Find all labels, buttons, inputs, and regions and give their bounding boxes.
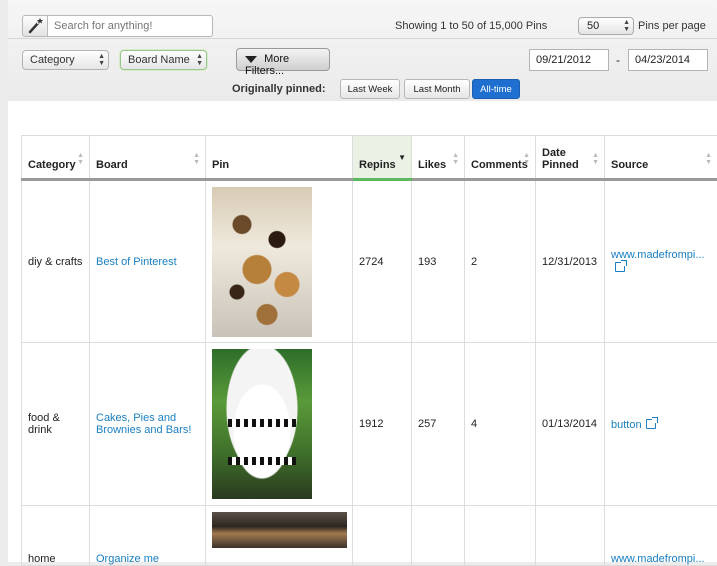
cell-date: 01/13/2014 — [536, 343, 605, 506]
showing-count: Showing 1 to 50 of 15,000 Pins — [395, 20, 547, 32]
pin-image[interactable] — [212, 187, 312, 337]
cell-category: diy & crafts — [22, 180, 90, 343]
per-page-label: Pins per page — [638, 20, 706, 32]
external-link-icon[interactable] — [646, 419, 656, 429]
board-name-select[interactable]: Board Name ▲▼ — [120, 50, 207, 70]
date-separator: - — [616, 53, 620, 67]
column-header-board[interactable]: Board▲▼ — [90, 136, 206, 180]
column-header-date-pinned[interactable]: Date Pinned▲▼ — [536, 136, 605, 180]
magic-wand-icon[interactable] — [22, 15, 48, 37]
cell-pin — [206, 180, 353, 343]
board-link[interactable]: Cakes, Pies and Brownies and Bars! — [96, 412, 191, 436]
source-link[interactable]: button — [611, 419, 642, 431]
cell-likes — [412, 506, 465, 566]
sort-descending-icon: ▼ — [398, 154, 406, 161]
search-input[interactable] — [48, 15, 213, 37]
cell-board[interactable]: Cakes, Pies and Brownies and Bars! — [90, 343, 206, 506]
column-header-comments[interactable]: Comments▲▼ — [465, 136, 536, 180]
cell-date: 12/31/2013 — [536, 180, 605, 343]
column-header-likes[interactable]: Likes▲▼ — [412, 136, 465, 180]
category-select[interactable]: Category ▲▼ — [22, 50, 109, 70]
column-header-category[interactable]: Category▲▼ — [22, 136, 90, 180]
sort-arrows-icon: ▲▼ — [193, 152, 200, 166]
per-page-value: 50 — [587, 20, 599, 32]
table-header-row: Category▲▼ Board▲▼ Pin Repins▼ Likes▲▼ C… — [22, 136, 717, 180]
cake-band — [228, 457, 296, 465]
cell-pin — [206, 506, 353, 566]
board-select-label: Board Name — [128, 54, 190, 66]
last-month-button[interactable]: Last Month — [404, 79, 470, 99]
category-select-label: Category — [30, 54, 75, 66]
pin-image[interactable] — [212, 349, 312, 499]
spinner-arrows-icon: ▲▼ — [196, 53, 203, 67]
all-time-button[interactable]: All-time — [472, 79, 520, 99]
table-row: food & drink Cakes, Pies and Brownies an… — [22, 343, 717, 506]
last-week-button[interactable]: Last Week — [340, 79, 400, 99]
cell-repins — [353, 506, 412, 566]
column-header-source[interactable]: Source▲▼ — [605, 136, 717, 180]
per-page-select[interactable]: 50 ▲▼ — [578, 17, 634, 35]
cell-board[interactable]: Organize me — [90, 506, 206, 566]
sort-arrows-icon: ▲▼ — [592, 152, 599, 166]
cell-comments: 4 — [465, 343, 536, 506]
cell-repins: 2724 — [353, 180, 412, 343]
cell-comments — [465, 506, 536, 566]
cell-comments: 2 — [465, 180, 536, 343]
cell-repins: 1912 — [353, 343, 412, 506]
originally-pinned-label: Originally pinned: — [232, 83, 326, 95]
results-panel: Category▲▼ Board▲▼ Pin Repins▼ Likes▲▼ C… — [8, 101, 717, 562]
cell-pin — [206, 343, 353, 506]
cell-likes: 193 — [412, 180, 465, 343]
column-header-repins[interactable]: Repins▼ — [353, 136, 412, 180]
sort-arrows-icon: ▲▼ — [523, 152, 530, 166]
pins-table: Category▲▼ Board▲▼ Pin Repins▼ Likes▲▼ C… — [21, 135, 717, 566]
column-header-pin: Pin — [206, 136, 353, 180]
cell-source[interactable]: www.madefrompi... — [605, 180, 717, 343]
date-to-value: 04/23/2014 — [635, 54, 690, 66]
funnel-icon — [245, 56, 257, 63]
pin-image[interactable] — [212, 512, 347, 548]
cell-source[interactable]: www.madefrompi... — [605, 506, 717, 566]
spinner-arrows-icon: ▲▼ — [623, 19, 630, 33]
cake-band — [228, 419, 296, 427]
date-to-field[interactable]: 04/23/2014 — [628, 49, 708, 71]
source-link[interactable]: www.madefrompi... — [611, 553, 705, 565]
toolbar: Showing 1 to 50 of 15,000 Pins 50 ▲▼ Pin… — [8, 0, 717, 102]
table-row: diy & crafts Best of Pinterest 2724 193 … — [22, 180, 717, 343]
board-link[interactable]: Best of Pinterest — [96, 256, 177, 268]
cell-category: food & drink — [22, 343, 90, 506]
sort-arrows-icon: ▲▼ — [77, 152, 84, 166]
date-from-field[interactable]: 09/21/2012 — [529, 49, 609, 71]
cell-date — [536, 506, 605, 566]
spinner-arrows-icon: ▲▼ — [98, 53, 105, 67]
cell-source[interactable]: button — [605, 343, 717, 506]
toolbar-top-row: Showing 1 to 50 of 15,000 Pins 50 ▲▼ Pin… — [8, 12, 717, 40]
divider — [8, 38, 717, 39]
board-link[interactable]: Organize me — [96, 553, 159, 565]
cell-category: home — [22, 506, 90, 566]
sort-arrows-icon: ▲▼ — [705, 152, 712, 166]
cell-likes: 257 — [412, 343, 465, 506]
more-filters-button[interactable]: More Filters... — [236, 48, 330, 71]
cell-board[interactable]: Best of Pinterest — [90, 180, 206, 343]
sort-arrows-icon: ▲▼ — [452, 152, 459, 166]
table-row: home Organize me www.madefrompi... — [22, 506, 717, 566]
external-link-icon[interactable] — [615, 262, 625, 272]
date-from-value: 09/21/2012 — [536, 54, 591, 66]
